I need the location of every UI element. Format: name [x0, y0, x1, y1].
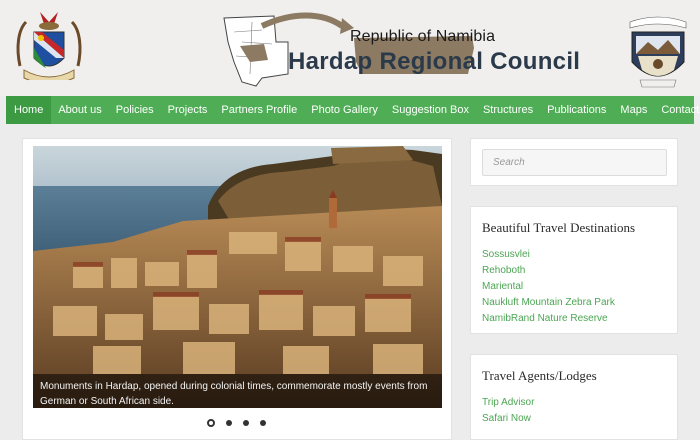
destination-link[interactable]: Naukluft Mountain Zebra Park [482, 295, 615, 311]
republic-heading: Republic of Namibia [350, 28, 496, 45]
slide-dot-3[interactable] [243, 420, 249, 426]
coat-of-arms-icon [16, 12, 82, 86]
slider-card: Monuments in Hardap, opened during colon… [22, 138, 452, 440]
nav-contacts[interactable]: Contacts [654, 96, 700, 124]
slide-photo [33, 146, 442, 408]
destinations-list: Sossusvlei Rehoboth Mariental Naukluft M… [482, 247, 615, 327]
nav-projects[interactable]: Projects [161, 96, 215, 124]
travel-agents-widget: Travel Agents/Lodges Trip Advisor Safari… [470, 354, 678, 440]
nav-about-us[interactable]: About us [51, 96, 108, 124]
nav-publications[interactable]: Publications [540, 96, 613, 124]
slide-dot-4[interactable] [260, 420, 266, 426]
agent-link[interactable]: Trip Advisor [482, 395, 534, 411]
nav-photo-gallery[interactable]: Photo Gallery [304, 96, 385, 124]
main-navigation: Home About us Policies Projects Partners… [6, 96, 700, 124]
site-header: Republic of Namibia Hardap Regional Coun… [0, 0, 700, 96]
destinations-title: Beautiful Travel Destinations [482, 220, 636, 235]
slide-dot-1[interactable] [207, 419, 215, 427]
nav-home[interactable]: Home [6, 96, 52, 124]
travel-agents-list: Trip Advisor Safari Now [482, 395, 534, 427]
nav-suggestion-box[interactable]: Suggestion Box [385, 96, 476, 124]
council-logo[interactable]: Republic of Namibia Hardap Regional Coun… [222, 12, 580, 90]
destinations-widget: Beautiful Travel Destinations Sossusvlei… [470, 206, 678, 334]
destination-link[interactable]: Sossusvlei [482, 247, 615, 263]
agent-link[interactable]: Safari Now [482, 411, 534, 427]
nav-policies[interactable]: Policies [109, 96, 161, 124]
nav-maps[interactable]: Maps [613, 96, 654, 124]
nav-partners-profile[interactable]: Partners Profile [214, 96, 304, 124]
slider-pagination [207, 419, 266, 427]
travel-agents-title: Travel Agents/Lodges [482, 368, 597, 383]
destination-link[interactable]: Rehoboth [482, 263, 615, 279]
nav-structures[interactable]: Structures [476, 96, 540, 124]
search-widget [470, 138, 678, 186]
slide-dot-2[interactable] [226, 420, 232, 426]
image-slider[interactable]: Monuments in Hardap, opened during colon… [33, 146, 442, 408]
slide-caption: Monuments in Hardap, opened during colon… [33, 374, 442, 408]
council-heading: Hardap Regional Council [288, 48, 581, 75]
destination-link[interactable]: Mariental [482, 279, 615, 295]
regional-seal-icon [629, 16, 687, 88]
destination-link[interactable]: NamibRand Nature Reserve [482, 311, 615, 327]
search-input[interactable] [482, 149, 667, 176]
